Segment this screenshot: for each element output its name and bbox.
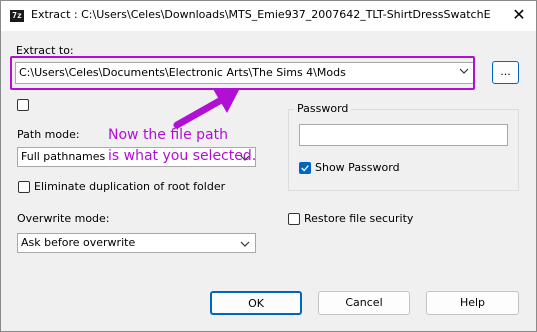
password-group-label: Password	[294, 102, 352, 115]
title-bar[interactable]: 7z Extract : C:\Users\Celes\Downloads\MT…	[1, 1, 536, 31]
password-input[interactable]	[299, 124, 508, 146]
append-name-checkbox[interactable]	[17, 99, 29, 111]
checkmark-icon	[301, 165, 309, 172]
path-mode-label: Path mode:	[17, 128, 80, 141]
eliminate-duplication-checkbox[interactable]	[18, 181, 30, 193]
annotation-line-1: Now the file path	[108, 127, 228, 143]
restore-security-checkbox[interactable]	[288, 213, 300, 225]
path-mode-value: Full pathnames	[21, 150, 106, 163]
close-button[interactable]: ✕	[502, 1, 536, 31]
7zip-app-icon: 7z	[10, 10, 24, 22]
extract-dialog: 7z Extract : C:\Users\Celes\Downloads\MT…	[0, 0, 537, 332]
chevron-down-icon	[240, 241, 250, 247]
close-icon: ✕	[512, 5, 526, 24]
window-title: Extract : C:\Users\Celes\Downloads\MTS_E…	[31, 8, 491, 21]
annotation-arrow-icon	[173, 89, 239, 129]
overwrite-mode-label: Overwrite mode:	[17, 212, 110, 225]
eliminate-duplication-label[interactable]: Eliminate duplication of root folder	[34, 180, 225, 193]
browse-button[interactable]: ...	[492, 61, 519, 84]
show-password-label[interactable]: Show Password	[315, 161, 400, 174]
cancel-button[interactable]: Cancel	[318, 291, 410, 315]
show-password-checkbox[interactable]	[299, 162, 311, 174]
overwrite-mode-value: Ask before overwrite	[21, 236, 136, 249]
help-button[interactable]: Help	[426, 291, 519, 315]
ok-button[interactable]: OK	[210, 291, 302, 315]
restore-security-label[interactable]: Restore file security	[304, 212, 413, 225]
annotation-line-2: is what you selected.	[108, 148, 257, 164]
password-group	[288, 109, 519, 191]
overwrite-mode-select[interactable]: Ask before overwrite	[17, 233, 256, 253]
